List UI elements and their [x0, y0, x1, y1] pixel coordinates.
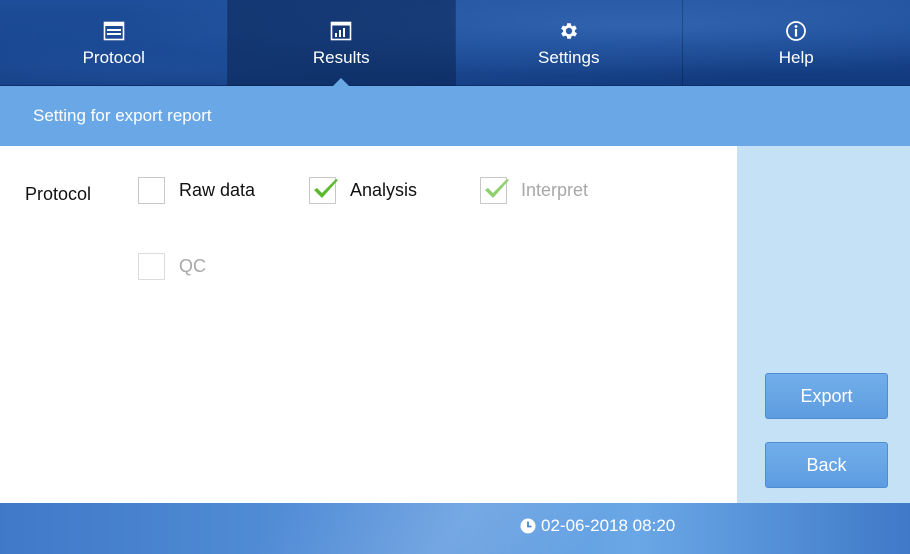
export-button[interactable]: Export [765, 373, 888, 419]
tab-divider [455, 0, 456, 86]
chart-icon [328, 18, 354, 44]
section-title: Setting for export report [33, 106, 212, 125]
clock-icon [520, 518, 536, 534]
raw-data-label: Raw data [179, 180, 256, 200]
info-icon [783, 18, 809, 44]
back-button-label: Back [806, 454, 847, 475]
tab-protocol[interactable]: Protocol [0, 0, 228, 86]
raw-data-checkbox[interactable] [138, 177, 165, 204]
qc-label: QC [179, 256, 206, 276]
tab-divider [682, 0, 683, 86]
analysis-label: Analysis [350, 180, 418, 200]
gear-icon [556, 18, 582, 44]
status-bar: 02-06-2018 08:20 [0, 503, 910, 554]
qc-checkbox[interactable] [138, 253, 165, 280]
datetime-display: 02-06-2018 08:20 [520, 516, 675, 536]
checkmark-icon [314, 179, 338, 198]
section-header: Setting for export report [0, 86, 910, 146]
action-panel: Export Back [737, 146, 910, 503]
qc-option[interactable]: QC [138, 253, 206, 280]
tab-help[interactable]: Help [683, 0, 910, 86]
datetime-text: 02-06-2018 08:20 [541, 516, 676, 535]
tab-settings-label: Settings [538, 48, 600, 67]
export-button-label: Export [800, 385, 853, 406]
tab-results[interactable]: Results [227, 0, 455, 86]
protocol-row-label: Protocol [25, 184, 92, 204]
window-icon [101, 18, 127, 44]
back-button[interactable]: Back [765, 442, 888, 488]
tab-divider [227, 0, 228, 86]
tab-settings[interactable]: Settings [455, 0, 683, 86]
top-navigation: Protocol Results Settings Help [0, 0, 910, 86]
raw-data-option[interactable]: Raw data [138, 177, 255, 204]
interpret-label: Interpret [521, 180, 589, 200]
tab-help-label: Help [778, 48, 814, 67]
tab-protocol-label: Protocol [82, 48, 145, 67]
interpret-option[interactable]: Interpret [480, 177, 588, 204]
checkmark-icon [485, 179, 509, 198]
analysis-checkbox[interactable] [309, 177, 338, 204]
tab-results-label: Results [312, 48, 370, 67]
export-settings-panel: Protocol Raw data Analysis Interpret QC [0, 146, 737, 503]
interpret-checkbox[interactable] [480, 177, 509, 204]
analysis-option[interactable]: Analysis [309, 177, 417, 204]
